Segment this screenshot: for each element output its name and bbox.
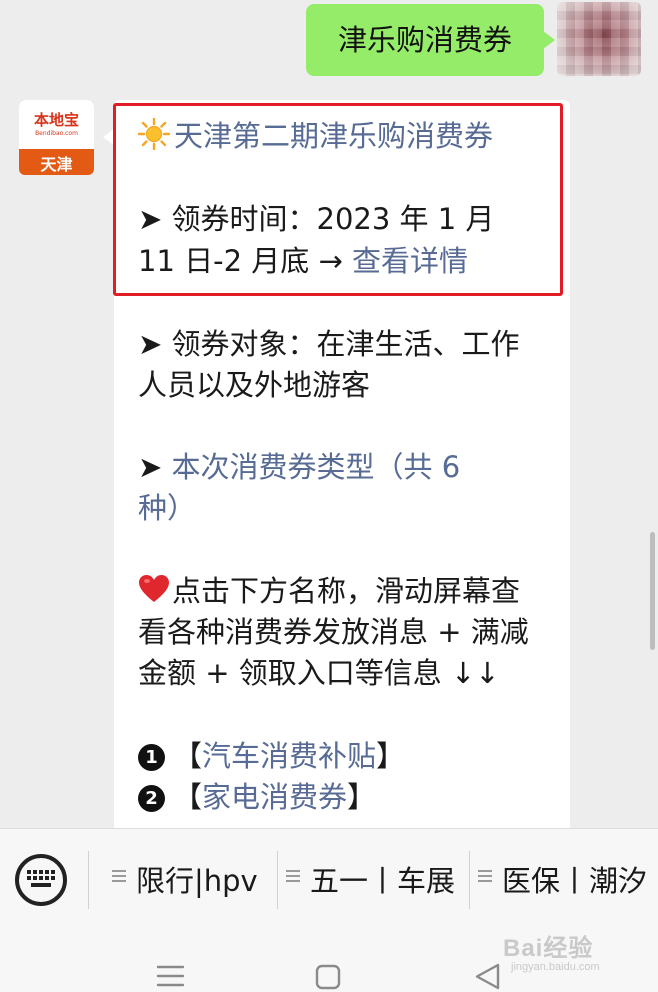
menu-icon [156, 965, 185, 987]
nav-back-button[interactable] [458, 930, 518, 992]
types-link[interactable]: 本次消费券类型（共 6 [172, 450, 461, 484]
time-end: 11 日-2 月底 → [138, 244, 352, 278]
home-icon [315, 964, 341, 990]
card-title-link[interactable]: 天津第二期津乐购消费券 [174, 119, 493, 153]
time-line-2: 11 日-2 月底 → 查看详情 [138, 241, 468, 282]
item-bracket-open: 【 [173, 739, 203, 773]
menu-item-events[interactable]: 五一丨车展 [286, 859, 455, 903]
hint-line-2: 看各种消费券发放消息 + 满减 [138, 615, 529, 649]
types-arrow: ➤ [138, 450, 172, 484]
outgoing-message-text: 津乐购消费券 [337, 23, 512, 57]
outgoing-message-bubble[interactable]: 津乐购消费券 [306, 4, 555, 76]
target-line-2: 人员以及外地游客 [138, 368, 371, 402]
types-line-2[interactable]: 种） [138, 488, 196, 529]
back-icon [475, 963, 500, 990]
item-link-car[interactable]: 汽车消费补贴 [202, 739, 376, 773]
item-link-appliance[interactable]: 家电消费券 [202, 780, 347, 814]
self-avatar[interactable] [557, 2, 641, 76]
card-title-line: 天津第二期津乐购消费券 [138, 116, 493, 157]
list-item[interactable]: 2 【家电消费券】 [138, 777, 376, 818]
menu-divider [469, 851, 470, 909]
scrollbar[interactable] [650, 532, 655, 650]
system-nav-bar [0, 930, 658, 992]
menu-item-label: 医保丨潮汐 [502, 864, 648, 898]
menu-item-traffic[interactable]: 限行|hpv [112, 859, 258, 903]
sender-city-text: 天津 [40, 155, 73, 174]
time-label: ➤ 领券时间：2023 年 1 月 [138, 202, 495, 236]
sun-icon [138, 118, 170, 150]
menu-list-icon [112, 867, 126, 885]
sender-logo-text: 本地宝 [33, 111, 79, 129]
menu-list-icon [478, 867, 492, 885]
types-line-1: ➤ 本次消费券类型（共 6 [138, 447, 460, 488]
hint-line-3: 金额 + 领取入口等信息 ↓↓ [138, 656, 500, 690]
keyboard-icon [27, 870, 55, 887]
menu-item-medical[interactable]: 医保丨潮汐 [478, 859, 647, 903]
item-bracket-open: 【 [173, 780, 203, 814]
menu-divider [277, 851, 278, 909]
list-item[interactable]: 1 【汽车消费补贴】 [138, 736, 405, 777]
hint-line-1: 点击下方名称，滑动屏幕查 [138, 571, 520, 612]
nav-menu-button[interactable] [140, 930, 200, 992]
sender-site-text: Bendibao.com [35, 130, 78, 137]
target-line-1: ➤ 领券对象：在津生活、工作 [138, 327, 520, 361]
item-bracket-close: 】 [376, 739, 406, 773]
heart-icon [139, 575, 169, 602]
keyboard-toggle-button[interactable] [15, 854, 67, 906]
nav-home-button[interactable] [298, 930, 358, 992]
number-badge: 1 [138, 744, 165, 771]
menu-list-icon [286, 867, 300, 885]
item-bracket-close: 】 [347, 780, 377, 814]
menu-divider [88, 851, 89, 909]
detail-link[interactable]: 查看详情 [352, 244, 468, 278]
menu-item-label: 限行|hpv [136, 864, 258, 898]
bottom-menu-bar: 限行|hpv 五一丨车展 医保丨潮汐 [0, 828, 658, 930]
chat-area: 津乐购消费券 本地宝 Bendibao.com 天津 天津第二期津乐购消费券 ➤… [0, 0, 658, 828]
sender-avatar[interactable]: 本地宝 Bendibao.com 天津 [19, 100, 94, 175]
hint-text-1: 点击下方名称，滑动屏幕查 [172, 574, 521, 608]
number-badge: 2 [138, 785, 165, 812]
menu-item-label: 五一丨车展 [310, 864, 456, 898]
